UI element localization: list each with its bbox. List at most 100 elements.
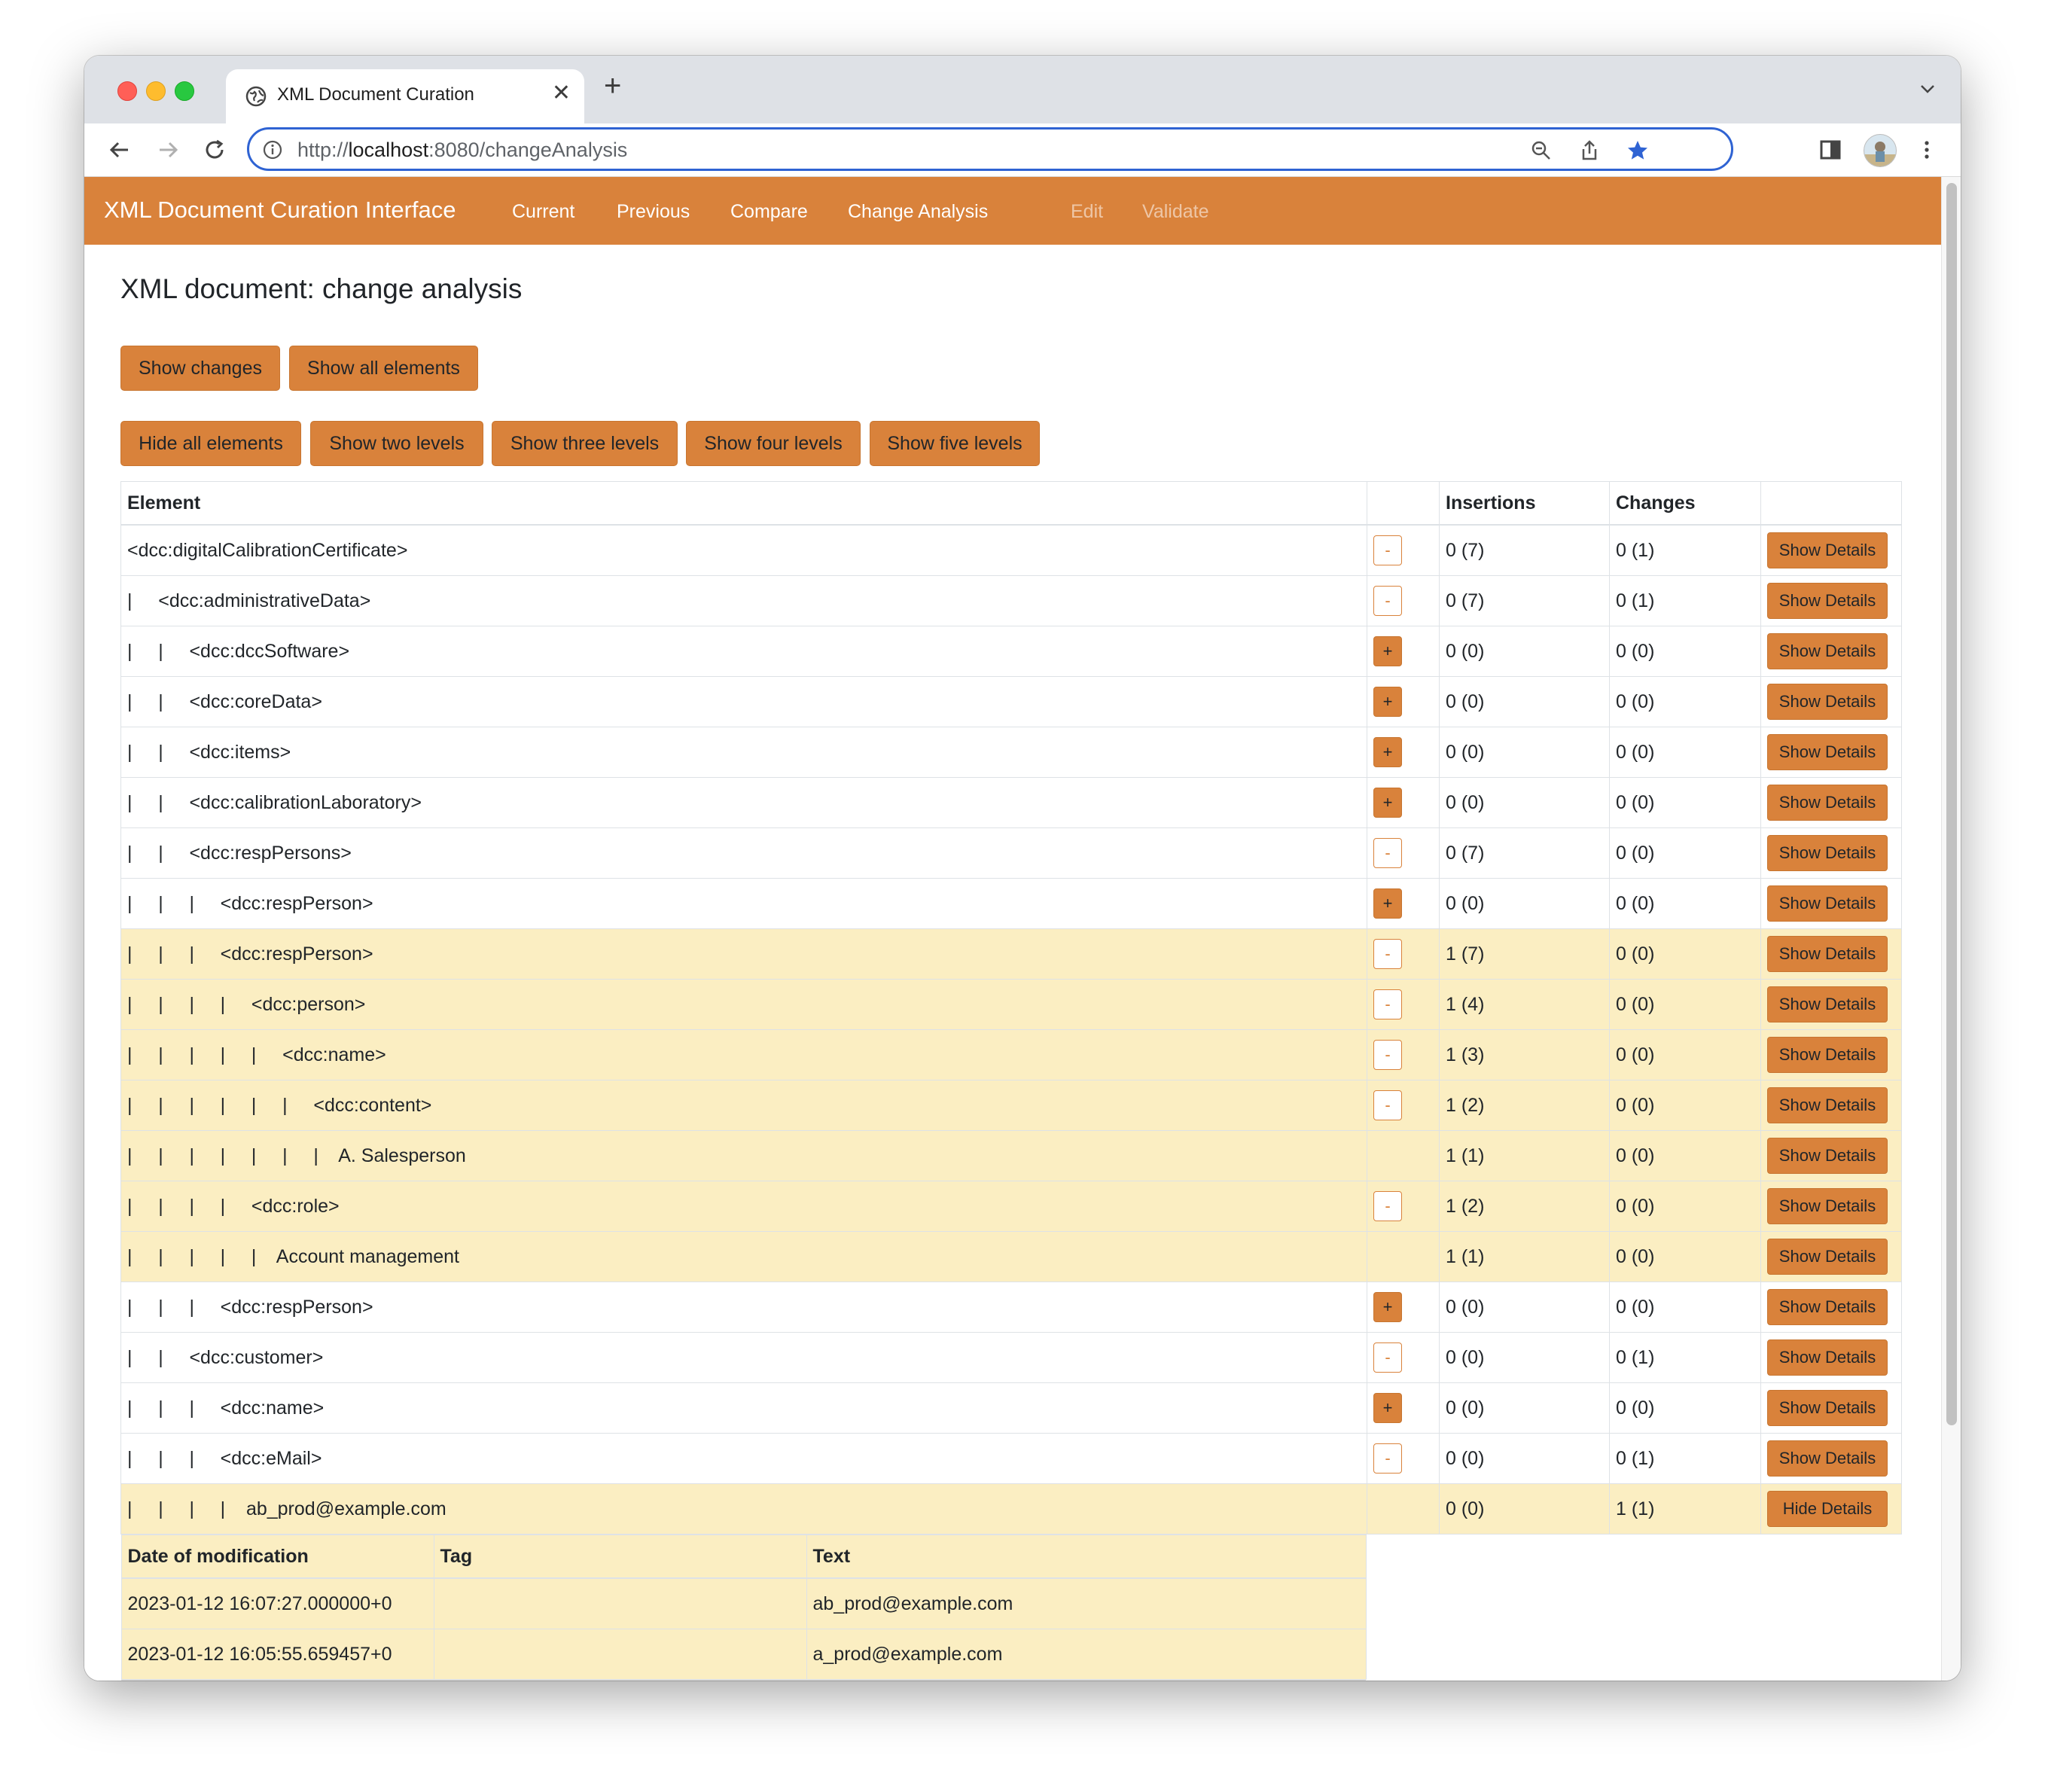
action-cell: Show Details <box>1760 1181 1902 1232</box>
show-details-button[interactable]: Show Details <box>1767 532 1888 568</box>
show-five-levels-button[interactable]: Show five levels <box>870 421 1040 466</box>
details-col-2: Text <box>806 1534 1367 1579</box>
show-details-button[interactable]: Show Details <box>1767 1289 1888 1325</box>
expand-button[interactable]: + <box>1373 1393 1402 1423</box>
browser-tab[interactable]: XML Document Curation ✕ <box>226 69 584 123</box>
show-details-button[interactable]: Show Details <box>1767 1339 1888 1376</box>
expand-button[interactable]: + <box>1373 687 1402 717</box>
details-value <box>433 1577 807 1629</box>
collapse-button[interactable]: - <box>1373 1040 1402 1070</box>
scrollbar-thumb[interactable] <box>1946 183 1957 1425</box>
collapse-button[interactable]: - <box>1373 535 1402 565</box>
action-cell: Show Details <box>1760 626 1902 677</box>
nav-current[interactable]: Current <box>512 201 574 223</box>
details-data-row: 2023-01-12 16:07:27.000000+0 ab_prod@exam… <box>120 1577 1367 1629</box>
show-details-button[interactable]: Show Details <box>1767 1440 1888 1477</box>
details-data-row: 2023-01-12 16:05:55.659457+0 a_prod@examp… <box>120 1629 1367 1680</box>
address-bar[interactable]: http://localhost:8080/changeAnalysis <box>247 127 1733 171</box>
element-name: | | <dcc:items> <box>120 727 1367 778</box>
changes-value: 0 (1) <box>1609 575 1761 626</box>
info-icon[interactable] <box>263 140 282 160</box>
nav-compare[interactable]: Compare <box>730 201 808 223</box>
table-row: | | | | | | | A. Salesperson 1 (1) 0 (0) Sh… <box>120 1130 1902 1181</box>
show-three-levels-button[interactable]: Show three levels <box>492 421 678 466</box>
collapse-button[interactable]: - <box>1373 838 1402 868</box>
zoom-icon[interactable] <box>1529 139 1553 163</box>
show-details-button[interactable]: Show Details <box>1767 986 1888 1022</box>
table-row: | | | | <dcc:role> - 1 (2) 0 (0) Show Detail… <box>120 1181 1902 1232</box>
show-details-button[interactable]: Show Details <box>1767 1188 1888 1224</box>
details-header: Date of modification Tag Text <box>120 1534 1367 1579</box>
expand-button[interactable]: + <box>1373 788 1402 818</box>
nav-previous[interactable]: Previous <box>617 201 690 223</box>
maximize-window-button[interactable] <box>175 81 194 101</box>
show-details-button[interactable]: Show Details <box>1767 583 1888 619</box>
show-all-elements-button[interactable]: Show all elements <box>289 346 478 391</box>
show-details-button[interactable]: Show Details <box>1767 1138 1888 1174</box>
forward-icon[interactable] <box>154 136 182 164</box>
collapse-button[interactable]: - <box>1373 989 1402 1019</box>
share-icon[interactable] <box>1577 139 1602 163</box>
side-panel-icon[interactable] <box>1816 136 1845 164</box>
show-details-button[interactable]: Show Details <box>1767 835 1888 871</box>
details-scrollbar[interactable] <box>120 1680 1366 1681</box>
collapse-button[interactable]: - <box>1373 1443 1402 1474</box>
close-window-button[interactable] <box>117 81 137 101</box>
show-changes-button[interactable]: Show changes <box>120 346 280 391</box>
chevron-down-icon[interactable] <box>1917 78 1938 99</box>
collapse-button[interactable]: - <box>1373 939 1402 969</box>
show-details-button[interactable]: Show Details <box>1767 785 1888 821</box>
expand-button[interactable]: + <box>1373 636 1402 666</box>
expand-button[interactable]: + <box>1373 1292 1402 1322</box>
action-cell: Show Details <box>1760 1382 1902 1434</box>
table-row: | | <dcc:customer> - 0 (0) 0 (1) Show Detail… <box>120 1332 1902 1383</box>
collapse-button[interactable]: - <box>1373 1090 1402 1120</box>
back-icon[interactable] <box>105 136 134 164</box>
changes-value: 1 (1) <box>1609 1483 1761 1534</box>
nav-change-analysis[interactable]: Change Analysis <box>848 201 988 223</box>
expand-button[interactable]: + <box>1373 737 1402 767</box>
app-brand[interactable]: XML Document Curation Interface <box>104 197 456 224</box>
toggle-cell: - <box>1367 979 1440 1030</box>
action-cell: Show Details <box>1760 1029 1902 1080</box>
hide-details-button[interactable]: Hide Details <box>1767 1491 1888 1527</box>
show-four-levels-button[interactable]: Show four levels <box>686 421 861 466</box>
close-tab-icon[interactable]: ✕ <box>552 80 571 106</box>
vertical-scrollbar[interactable] <box>1941 177 1961 1681</box>
col-changes: Changes <box>1609 481 1761 526</box>
show-details-button[interactable]: Show Details <box>1767 1239 1888 1275</box>
hide-all-elements-button[interactable]: Hide all elements <box>120 421 301 466</box>
collapse-button[interactable]: - <box>1373 1191 1402 1221</box>
changes-value: 0 (0) <box>1609 1282 1761 1333</box>
action-cell: Show Details <box>1760 1231 1902 1282</box>
toggle-cell: - <box>1367 1080 1440 1131</box>
details-value: a_prod@example.com <box>806 1629 1367 1680</box>
minimize-window-button[interactable] <box>146 81 166 101</box>
table-row: | | <dcc:coreData> +0 (0) 0 (0) Show Detail… <box>120 676 1902 727</box>
show-details-button[interactable]: Show Details <box>1767 1037 1888 1073</box>
toggle-cell <box>1367 1130 1440 1181</box>
action-cell: Show Details <box>1760 524 1902 576</box>
show-details-button[interactable]: Show Details <box>1767 684 1888 720</box>
profile-avatar[interactable] <box>1864 134 1897 167</box>
show-details-button[interactable]: Show Details <box>1767 734 1888 770</box>
new-tab-button[interactable]: + <box>604 69 621 103</box>
action-cell: Show Details <box>1760 928 1902 980</box>
collapse-button[interactable]: - <box>1373 586 1402 616</box>
changes-value: 0 (0) <box>1609 1029 1761 1080</box>
browser-window: XML Document Curation ✕ + http://localho… <box>84 56 1961 1681</box>
bookmark-star-icon[interactable] <box>1626 139 1650 163</box>
reload-icon[interactable] <box>200 136 229 164</box>
show-two-levels-button[interactable]: Show two levels <box>310 421 483 466</box>
show-details-button[interactable]: Show Details <box>1767 1087 1888 1123</box>
show-details-button[interactable]: Show Details <box>1767 1390 1888 1426</box>
insertions-value: 1 (4) <box>1439 979 1610 1030</box>
changes-value: 0 (0) <box>1609 1382 1761 1434</box>
collapse-button[interactable]: - <box>1373 1342 1402 1373</box>
show-details-button[interactable]: Show Details <box>1767 885 1888 922</box>
show-details-button[interactable]: Show Details <box>1767 633 1888 669</box>
more-menu-icon[interactable] <box>1912 136 1941 164</box>
show-details-button[interactable]: Show Details <box>1767 936 1888 972</box>
changes-value: 0 (1) <box>1609 1433 1761 1484</box>
expand-button[interactable]: + <box>1373 888 1402 919</box>
